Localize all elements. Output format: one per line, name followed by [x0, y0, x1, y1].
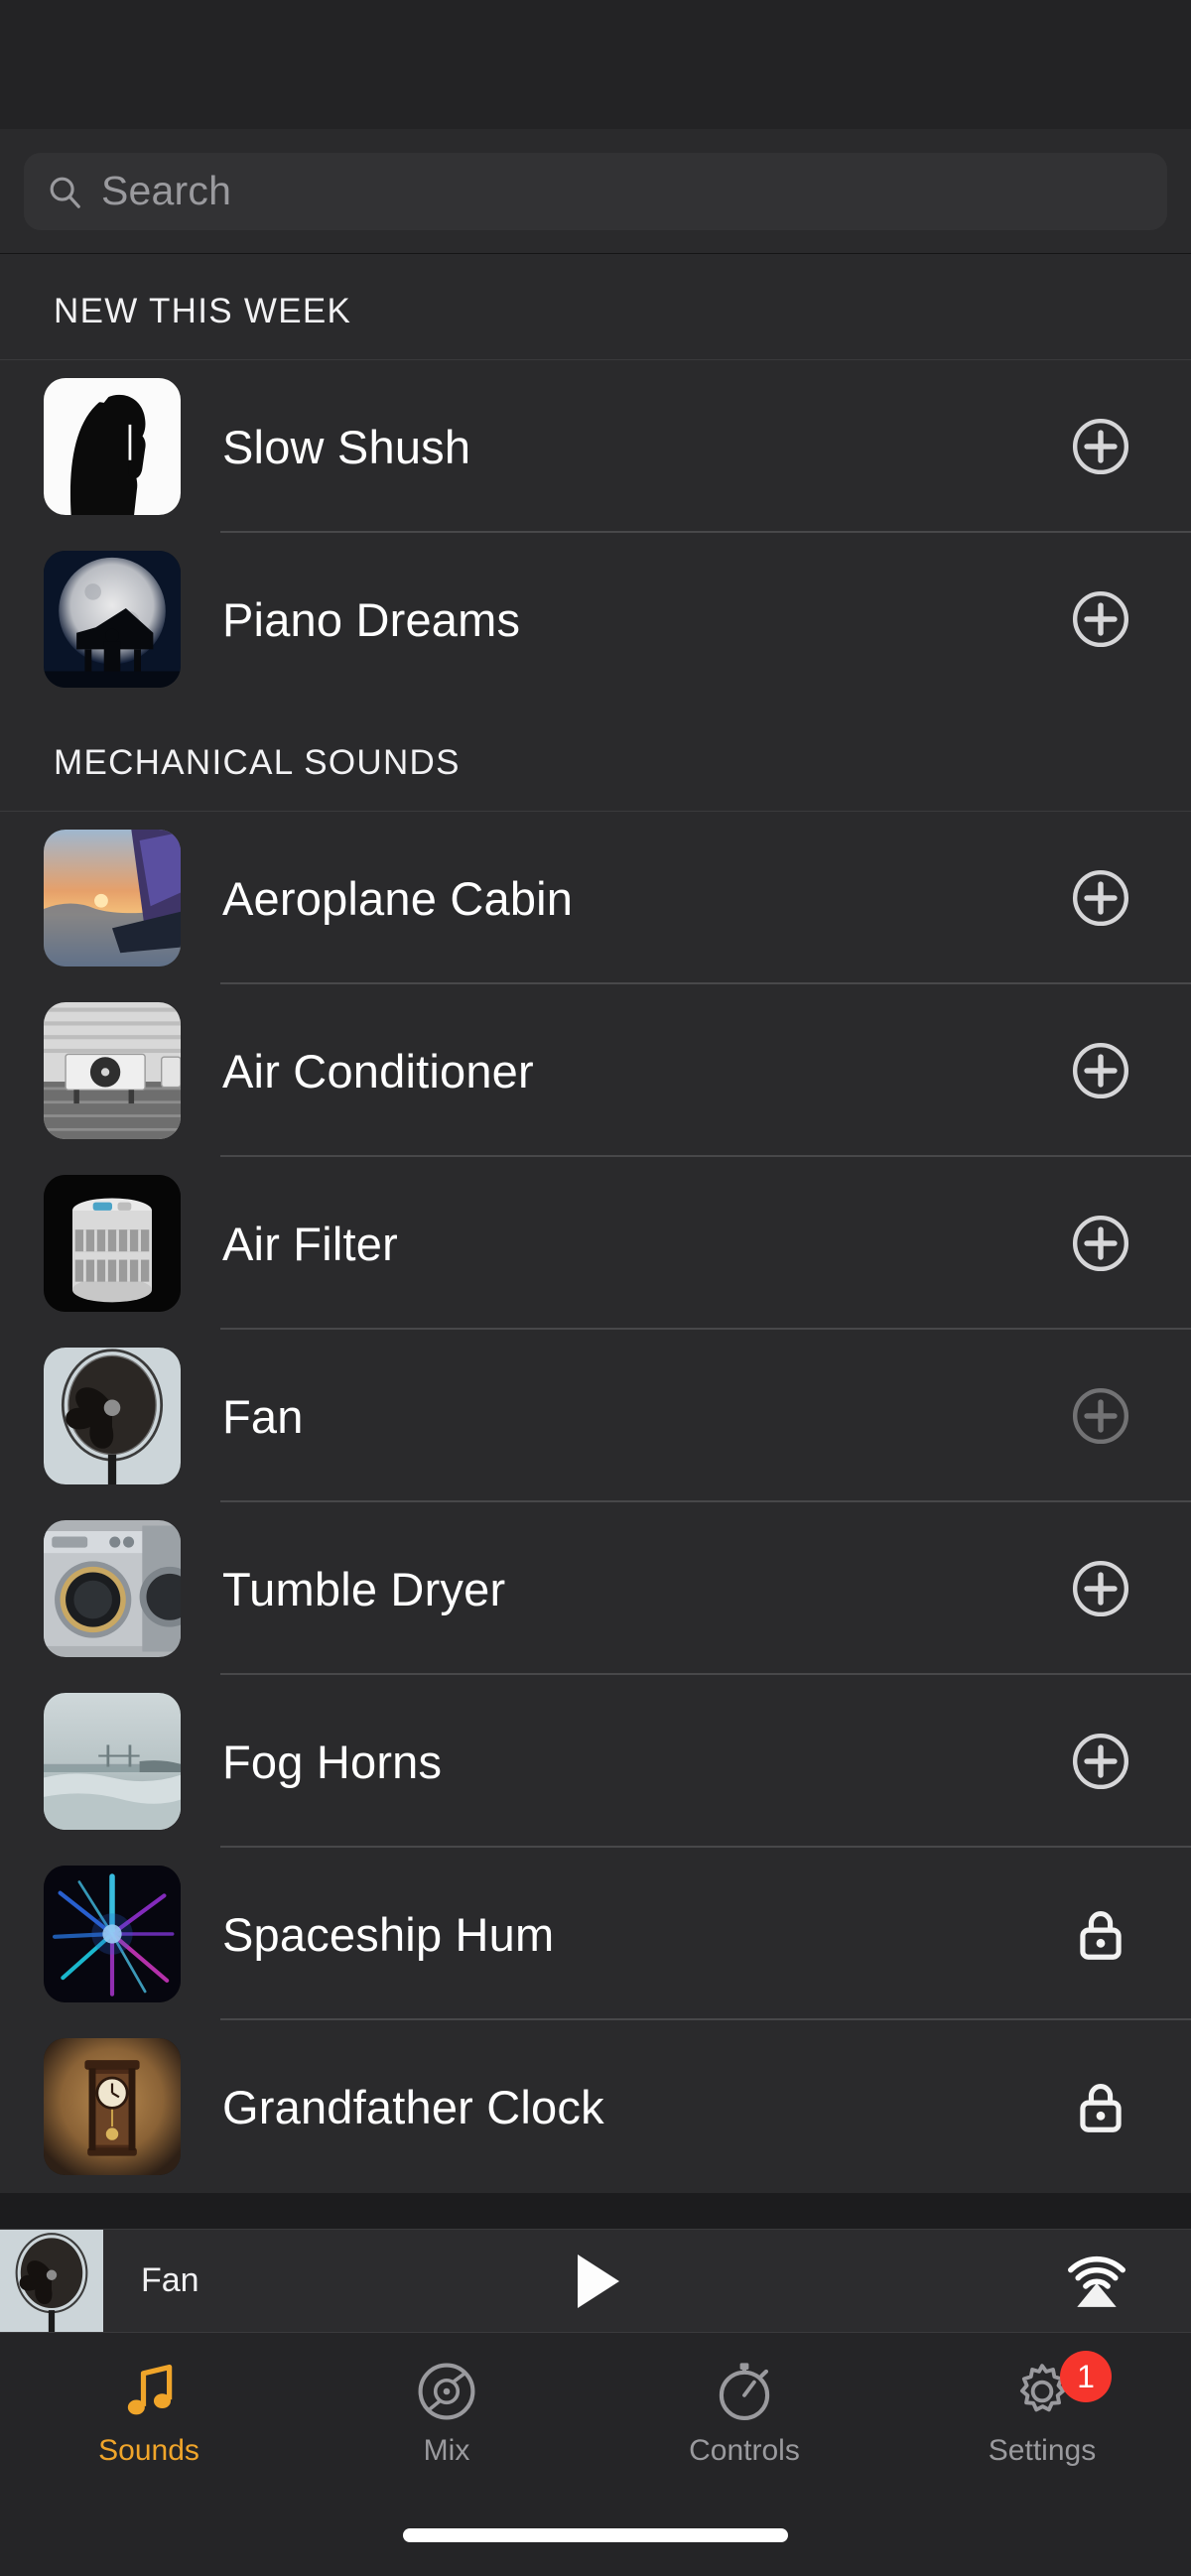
plus-circle-icon[interactable]	[1070, 588, 1131, 650]
sound-label: Spaceship Hum	[222, 1907, 555, 1961]
grandfather-clock-icon	[44, 2038, 181, 2175]
mini-player-play-button[interactable]	[560, 2246, 631, 2317]
sound-row[interactable]: Air Conditioner	[0, 984, 1191, 1157]
plus-circle-icon[interactable]	[1070, 1558, 1131, 1619]
sound-artwork	[44, 830, 181, 966]
sound-row[interactable]: Fog Horns	[0, 1675, 1191, 1848]
play-icon	[578, 2254, 619, 2308]
stopwatch-icon	[719, 2363, 770, 2421]
tab-settings[interactable]: Settings 1	[893, 2351, 1191, 2468]
lock-icon[interactable]	[1070, 2076, 1131, 2137]
search-bar: Search	[0, 129, 1191, 254]
sound-label: Grandfather Clock	[222, 2080, 604, 2133]
plus-circle-icon[interactable]	[1070, 867, 1131, 929]
mini-player[interactable]: Fan	[0, 2229, 1191, 2333]
section-header: MECHANICAL SOUNDS	[0, 706, 1191, 812]
tumble-dryer-icon	[44, 1520, 181, 1657]
sound-label: Fan	[222, 1389, 304, 1443]
sound-label: Tumble Dryer	[222, 1562, 506, 1615]
sound-label: Air Filter	[222, 1217, 398, 1270]
tab-controls[interactable]: Controls	[596, 2359, 893, 2468]
fog-horns-icon	[44, 1693, 181, 1830]
aeroplane-cabin-icon	[44, 830, 181, 966]
mini-player-artwork	[0, 2229, 103, 2333]
sound-label: Slow Shush	[222, 420, 471, 473]
sound-artwork	[44, 1520, 181, 1657]
mini-player-title: Fan	[141, 2261, 199, 2299]
sound-artwork	[44, 1175, 181, 1312]
sound-row[interactable]: Tumble Dryer	[0, 1502, 1191, 1675]
sound-row[interactable]: Grandfather Clock	[0, 2020, 1191, 2193]
status-badge: 1	[1060, 2351, 1112, 2402]
plus-circle-icon[interactable]	[1070, 1385, 1131, 1447]
sound-label: Piano Dreams	[222, 592, 521, 646]
app-screen: Search NEW THIS WEEK Slow Shush Piano Dr…	[0, 0, 1191, 2576]
spaceship-hum-icon	[44, 1866, 181, 2002]
search-input[interactable]: Search	[24, 152, 1167, 230]
sound-label: Air Conditioner	[222, 1044, 534, 1097]
search-icon	[50, 177, 80, 208]
piano-moon-icon	[44, 551, 181, 688]
tab-sounds[interactable]: Sounds	[0, 2359, 298, 2468]
tab-label: Sounds	[98, 2434, 199, 2467]
section-header: NEW THIS WEEK	[0, 254, 1191, 360]
sound-artwork	[44, 2038, 181, 2175]
sound-artwork	[44, 551, 181, 688]
sound-row[interactable]: Spaceship Hum	[0, 1848, 1191, 2020]
sound-artwork	[44, 1693, 181, 1830]
fan-icon	[0, 2229, 103, 2333]
fan-icon	[44, 1348, 181, 1484]
home-indicator	[403, 2528, 788, 2542]
sound-list: NEW THIS WEEK Slow Shush Piano Dreams ME…	[0, 254, 1191, 2193]
airplay-icon[interactable]	[1060, 2245, 1133, 2318]
air-filter-icon	[44, 1175, 181, 1312]
sound-label: Fog Horns	[222, 1735, 443, 1788]
sound-row[interactable]: Aeroplane Cabin	[0, 812, 1191, 984]
sound-row[interactable]: Slow Shush	[0, 360, 1191, 533]
search-placeholder: Search	[101, 168, 232, 213]
vinyl-record-icon	[418, 2363, 475, 2420]
sound-row[interactable]: Piano Dreams	[0, 533, 1191, 706]
plus-circle-icon[interactable]	[1070, 1040, 1131, 1101]
sound-artwork	[44, 1866, 181, 2002]
status-bar	[0, 0, 1191, 129]
music-note-icon	[127, 2364, 173, 2415]
sound-artwork	[44, 1348, 181, 1484]
shush-icon	[44, 378, 181, 515]
sound-row[interactable]: Fan	[0, 1330, 1191, 1502]
plus-circle-icon[interactable]	[1070, 1731, 1131, 1792]
air-conditioner-icon	[44, 1002, 181, 1139]
tab-mix[interactable]: Mix	[298, 2359, 596, 2468]
sound-row[interactable]: Air Filter	[0, 1157, 1191, 1330]
section-rows: Slow Shush Piano Dreams	[0, 360, 1191, 706]
section-rows: Aeroplane Cabin Air Conditioner Air Filt…	[0, 812, 1191, 2193]
tab-label: Settings	[988, 2434, 1097, 2467]
tab-label: Mix	[423, 2434, 470, 2467]
sound-label: Aeroplane Cabin	[222, 871, 574, 925]
sound-artwork	[44, 1002, 181, 1139]
plus-circle-icon[interactable]	[1070, 416, 1131, 477]
lock-icon[interactable]	[1070, 1903, 1131, 1965]
plus-circle-icon[interactable]	[1070, 1213, 1131, 1274]
tab-label: Controls	[689, 2434, 800, 2467]
sound-artwork	[44, 378, 181, 515]
